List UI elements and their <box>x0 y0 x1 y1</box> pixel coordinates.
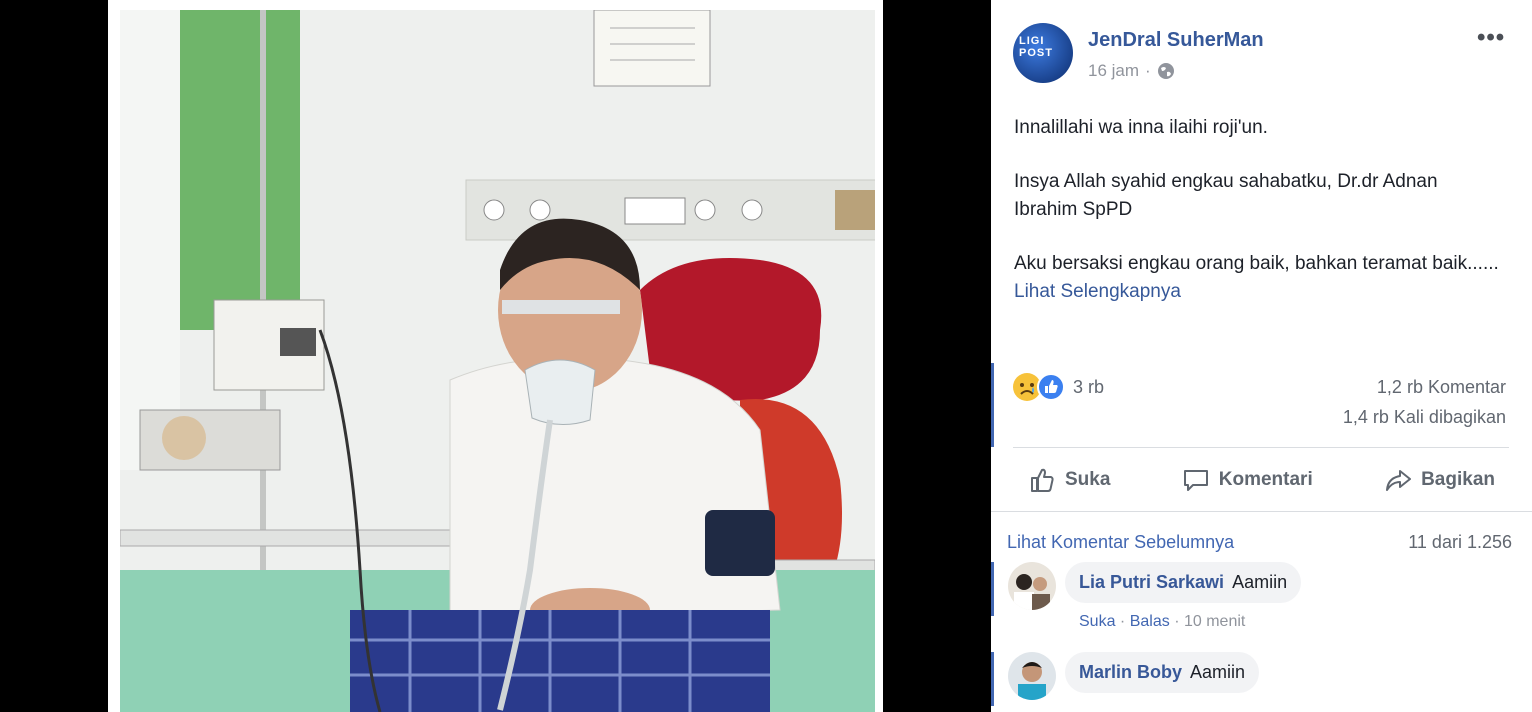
author-name[interactable]: JenDral SuherMan <box>1088 29 1264 52</box>
post-paragraph-3: Aku bersaksi engkau orang baik, bahkan t… <box>1014 250 1504 306</box>
hospital-photo-illustration <box>120 10 875 712</box>
globe-icon[interactable] <box>1157 62 1175 80</box>
share-icon <box>1386 470 1412 491</box>
comment-actions: Suka · Balas · 10 menit <box>1079 613 1245 631</box>
like-button-label: Suka <box>1065 469 1111 490</box>
comment-button-label: Komentari <box>1218 469 1313 490</box>
reactions-count: 3 rb <box>1073 376 1105 397</box>
commenter-avatar[interactable] <box>1008 562 1056 610</box>
post-paragraph-3-text: Aku bersaksi engkau orang baik, bahkan t… <box>1014 253 1499 274</box>
comment-text: Aamiin <box>1232 572 1288 592</box>
thumbs-up-icon <box>1031 468 1054 492</box>
post-panel: LIGI POST JenDral SuherMan 16 jam · ••• … <box>991 0 1532 712</box>
comment-button[interactable]: Komentari <box>1167 465 1327 495</box>
comments-section: Lihat Komentar Sebelumnya 11 dari 1.256 … <box>991 512 1532 712</box>
comment-pagination-count: 11 dari 1.256 <box>1408 532 1512 552</box>
share-button-label: Bagikan <box>1421 469 1495 490</box>
accent-bar <box>991 363 994 447</box>
comment-icon <box>1183 470 1208 491</box>
post-photo-frame <box>108 0 883 712</box>
comment-time[interactable]: 10 menit <box>1184 613 1245 630</box>
comment-accent-bar <box>991 562 994 616</box>
post-body: Innalillahi wa inna ilaihi roji'un. Insy… <box>1014 114 1504 332</box>
commenter-avatar[interactable] <box>1008 652 1056 700</box>
shares-count-link[interactable]: 1,4 rb Kali dibagikan <box>1343 407 1506 428</box>
post-actions: Suka Komentari Bagikan <box>1013 458 1509 502</box>
comment-text: Aamiin <box>1190 662 1246 682</box>
post-photo[interactable] <box>120 10 875 712</box>
commenter-name[interactable]: Marlin Boby <box>1079 662 1182 682</box>
post-meta: 16 jam · <box>1088 61 1175 81</box>
share-button[interactable]: Bagikan <box>1369 465 1509 495</box>
comment-like-link[interactable]: Suka <box>1079 613 1115 630</box>
comment-reply-link[interactable]: Balas <box>1130 613 1170 630</box>
commenter-name[interactable]: Lia Putri Sarkawi <box>1079 572 1224 592</box>
like-reaction-icon <box>1037 373 1065 401</box>
comment-actions-separator: · <box>1174 613 1184 630</box>
more-options-icon[interactable]: ••• <box>1477 26 1507 50</box>
post-time[interactable]: 16 jam <box>1088 61 1139 81</box>
comment-accent-bar <box>991 652 994 706</box>
comment-bubble: Lia Putri Sarkawi Aamiin <box>1065 562 1302 603</box>
comments-count-link[interactable]: 1,2 rb Komentar <box>1377 377 1506 398</box>
reactions-summary[interactable]: 3 rb <box>1013 373 1104 401</box>
view-previous-comments-link[interactable]: Lihat Komentar Sebelumnya <box>1007 532 1234 553</box>
post-paragraph-1: Innalillahi wa inna ilaihi roji'un. <box>1014 117 1268 138</box>
meta-separator: · <box>1145 61 1151 80</box>
author-avatar[interactable]: LIGI POST <box>1013 23 1073 83</box>
comment-actions-separator: · <box>1119 613 1130 630</box>
like-button[interactable]: Suka <box>1013 465 1124 495</box>
see-more-link[interactable]: Lihat Selengkapnya <box>1014 281 1181 302</box>
comment-bubble: Marlin Boby Aamiin <box>1065 652 1260 693</box>
author-avatar-text: LIGI POST <box>1019 35 1053 59</box>
divider <box>1013 447 1509 448</box>
post-paragraph-2: Insya Allah syahid engkau sahabatku, Dr.… <box>1014 171 1438 220</box>
